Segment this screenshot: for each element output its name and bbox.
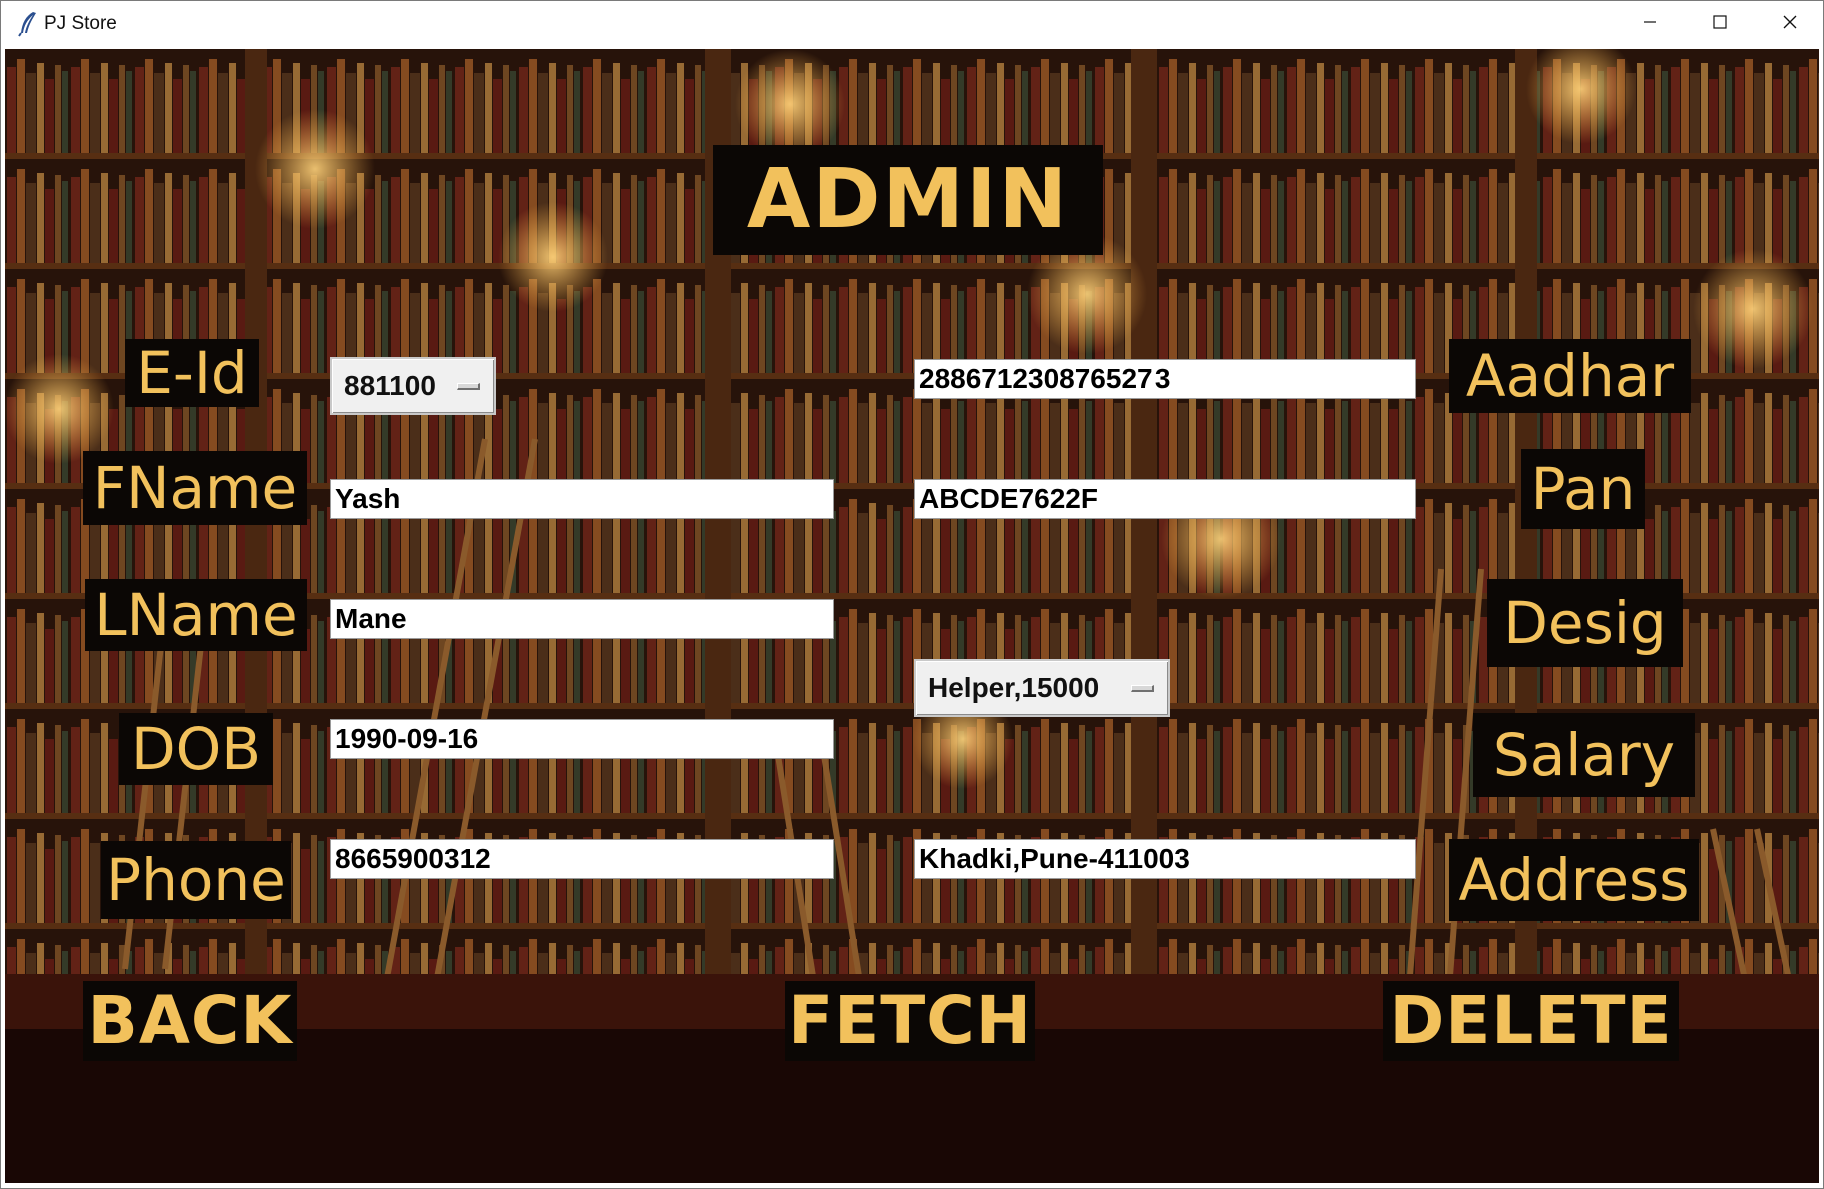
minimize-button[interactable]	[1615, 1, 1685, 47]
address-field[interactable]: Khadki,Pune-411003	[914, 839, 1416, 879]
dropdown-indicator-icon	[1131, 685, 1154, 692]
label-dob: DOB	[119, 713, 273, 785]
maximize-icon	[1712, 14, 1728, 34]
eid-select-value: 881100	[344, 370, 436, 401]
fetch-button[interactable]: FETCH	[785, 981, 1035, 1061]
label-address: Address	[1449, 839, 1699, 921]
eid-select[interactable]: 881100	[330, 357, 496, 415]
label-eid: E-Id	[125, 339, 259, 407]
close-button[interactable]	[1755, 1, 1824, 47]
window-title: PJ Store	[44, 13, 117, 34]
label-salary: Salary	[1473, 713, 1695, 797]
admin-form-canvas: ADMIN E-Id FName LName DOB Phone 881100 …	[5, 49, 1819, 1183]
label-desig: Desig	[1487, 579, 1683, 667]
back-button[interactable]: BACK	[83, 981, 297, 1061]
delete-button[interactable]: DELETE	[1383, 981, 1679, 1061]
feather-icon	[17, 11, 39, 37]
title-bar: PJ Store	[1, 1, 1823, 49]
dob-field[interactable]: 1990-09-16	[330, 719, 834, 759]
phone-field[interactable]: 8665900312	[330, 839, 834, 879]
close-icon	[1782, 14, 1798, 34]
pan-field[interactable]: ABCDE7622F	[914, 479, 1416, 519]
page-title: ADMIN	[713, 145, 1103, 255]
fname-field[interactable]: Yash	[330, 479, 834, 519]
label-pan: Pan	[1521, 449, 1645, 529]
maximize-button[interactable]	[1685, 1, 1755, 47]
app-window: PJ Store ADMIN E-Id FName LName DOB Phon…	[0, 0, 1824, 1189]
label-phone: Phone	[101, 841, 291, 919]
label-lname: LName	[85, 579, 307, 651]
desig-salary-select-value: Helper,15000	[928, 672, 1100, 703]
dropdown-indicator-icon	[457, 383, 480, 390]
label-fname: FName	[83, 451, 307, 525]
desig-salary-select[interactable]: Helper,15000	[914, 659, 1170, 717]
lname-field[interactable]: Mane	[330, 599, 834, 639]
label-aadhar: Aadhar	[1449, 339, 1691, 413]
aadhar-field[interactable]: 288671230876527 3	[914, 359, 1416, 399]
minimize-icon	[1642, 14, 1658, 34]
